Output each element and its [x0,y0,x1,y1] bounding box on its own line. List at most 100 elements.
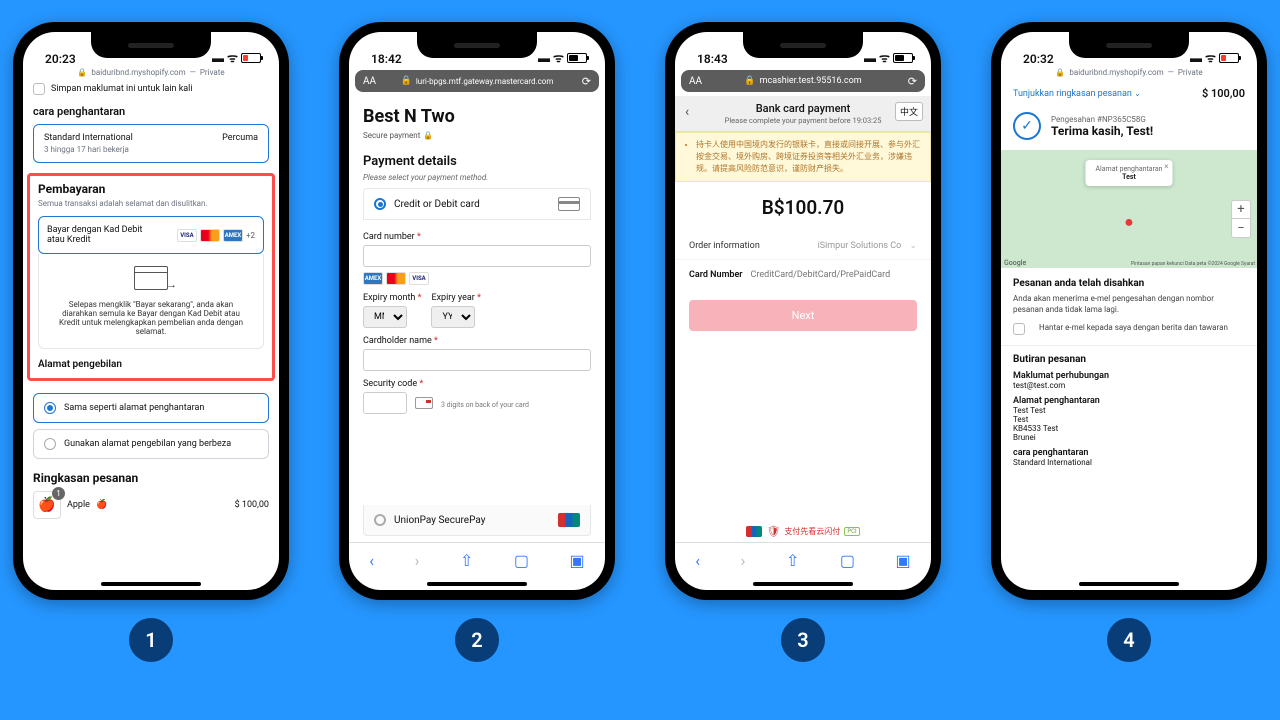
map[interactable]: × Alamat penghantaran Test ● + − Google … [1001,150,1257,268]
card-number-label: Card number [363,232,415,242]
safari-toolbar: ‹ › ⇧ ▢ ▣ [349,542,605,578]
popup-value: Test [1095,173,1162,181]
private-label: Private [1178,68,1203,77]
address-bar[interactable]: AA 🔒 luri-bpgs.mtf.gateway.mastercard.co… [355,70,599,92]
footer: 🛡 支付先看云闪付 PCI [675,517,931,542]
warning-banner: 持卡人使用中国境内发行的银联卡，直接或间接开展、参与外汇按金交易、境外购房、跨境… [675,132,931,182]
reload-icon[interactable]: ⟳ [908,75,917,88]
home-indicator[interactable] [101,582,201,586]
option-credit-card[interactable]: Credit or Debit card [363,188,591,220]
email-opt-checkbox[interactable] [1013,323,1025,335]
address-bar[interactable]: AA 🔒 mcashier.test.95516.com ⟳ [681,70,925,92]
address-bar[interactable]: 🔒 baiduribnd.myshopify.com — Private [1001,68,1257,77]
countdown-text: Please complete your payment before 19:0… [675,116,931,125]
exp-year-label: Expiry year [431,293,474,303]
tabs-icon[interactable]: ▣ [570,551,585,570]
aa-icon[interactable]: AA [363,76,376,87]
share-icon[interactable]: ⇧ [460,551,473,570]
back-icon[interactable]: ‹ [695,551,700,570]
ship-method-label: cara penghantaran [1013,448,1245,458]
status-time: 18:42 [371,52,402,66]
payment-details-title: Payment details [363,154,591,169]
next-button[interactable]: Next [689,300,917,331]
back-button[interactable]: ‹ [685,104,689,120]
card-number-input[interactable] [751,270,917,280]
billing-diff-option[interactable]: Gunakan alamat pengebilan yang berbeza [33,429,269,459]
page-title: Bank card payment [675,102,931,115]
step-badge-4: 4 [1107,618,1151,662]
forward-icon[interactable]: › [741,551,746,570]
confirmed-title: Pesanan anda telah disahkan [1013,278,1245,289]
amount: B$100.70 [675,196,931,219]
visa-icon: VISA [177,229,197,242]
exp-month-select[interactable]: MM [363,306,407,328]
address-bar[interactable]: 🔒 baiduribnd.myshopify.com — Private [23,68,279,77]
url-text: mcashier.test.95516.com [760,76,862,86]
item-price: $ 100,00 [235,500,269,510]
battery-icon [567,53,587,63]
item-name: Apple [67,500,90,510]
payment-hint: Please select your payment method. [363,173,591,182]
shipping-option[interactable]: Standard International 3 hingga 17 hari … [33,124,269,163]
order-details-title: Butiran pesanan [1013,354,1245,365]
lock-icon: 🔒 [1055,68,1065,77]
zoom-out-button[interactable]: − [1232,219,1250,237]
home-indicator[interactable] [753,582,853,586]
reload-icon[interactable]: ⟳ [582,75,591,88]
save-info-checkbox[interactable] [33,83,45,95]
option-unionpay-label: UnionPay SecurePay [394,515,485,526]
card-number-input[interactable] [363,245,591,267]
ship-name: Standard International [44,133,133,143]
secure-label: Secure payment [363,131,420,140]
order-info-label: Order information [689,241,760,251]
billing-same-option[interactable]: Sama seperti alamat penghantaran [33,393,269,423]
redirect-icon [134,266,168,290]
security-code-input[interactable] [363,392,407,414]
card-number-label: Card Number [689,270,743,280]
redirect-text: Selepas mengklik "Bayar sekarang", anda … [55,300,247,336]
card-icon [558,197,580,211]
tabs-icon[interactable]: ▣ [896,551,911,570]
visa-icon: VISA [409,272,429,285]
cardholder-input[interactable] [363,349,591,371]
url-text: baiduribnd.myshopify.com [1069,68,1163,77]
phone-3: 18:43 ▬ᯤ AA 🔒 mcashier.test.95516.com ⟳ … [665,22,941,600]
step-badge-1: 1 [129,618,173,662]
pci-badge: PCI [844,527,859,536]
qty-badge: 1 [52,487,65,500]
share-icon[interactable]: ⇧ [786,551,799,570]
close-icon[interactable]: × [1164,162,1168,171]
merchant-name: iSimpur Solutions Co [818,241,902,251]
home-indicator[interactable] [427,582,527,586]
option-unionpay[interactable]: UnionPay SecurePay [363,505,591,536]
contact-label: Maklumat perhubungan [1013,371,1245,381]
ship-line: Test Test [1013,406,1245,415]
private-label: Private [200,68,225,77]
payment-section-highlight: Pembayaran Semua transaksi adalah selama… [27,173,275,381]
order-info-row[interactable]: Order information iSimpur Solutions Co ⌄ [675,233,931,260]
ship-line: KB4533 Test [1013,424,1245,433]
forward-icon[interactable]: › [415,551,420,570]
lock-icon: 🔒 [744,76,755,86]
contact-value: test@test.com [1013,381,1245,390]
home-indicator[interactable] [1079,582,1179,586]
language-toggle[interactable]: 中文 [895,102,923,121]
bookmarks-icon[interactable]: ▢ [514,551,529,570]
show-summary-toggle[interactable]: Tunjukkan ringkasan pesanan ⌄ [1013,89,1141,99]
item-thumbnail: 🍎1 [33,491,61,519]
ship-price: Percuma [222,133,258,143]
map-pin-icon: ● [1124,212,1134,232]
security-label: Security code [363,379,417,389]
exp-year-select[interactable]: YY [431,306,475,328]
zoom-in-button[interactable]: + [1232,201,1250,219]
back-icon[interactable]: ‹ [369,551,374,570]
payment-method-option[interactable]: Bayar dengan Kad Debit atau Kredit VISA … [38,216,264,254]
bookmarks-icon[interactable]: ▢ [840,551,855,570]
payment-desc: Semua transaksi adalah selamat dan disul… [38,199,264,208]
order-number: Pengesahan #NP365C58G [1051,115,1153,124]
phone-4: 20:32 ▬ᯤ 🔒 baiduribnd.myshopify.com — Pr… [991,22,1267,600]
ship-method-value: Standard International [1013,458,1245,467]
battery-icon [241,53,261,63]
zoom-controls: + − [1231,200,1251,238]
aa-icon[interactable]: AA [689,76,702,87]
